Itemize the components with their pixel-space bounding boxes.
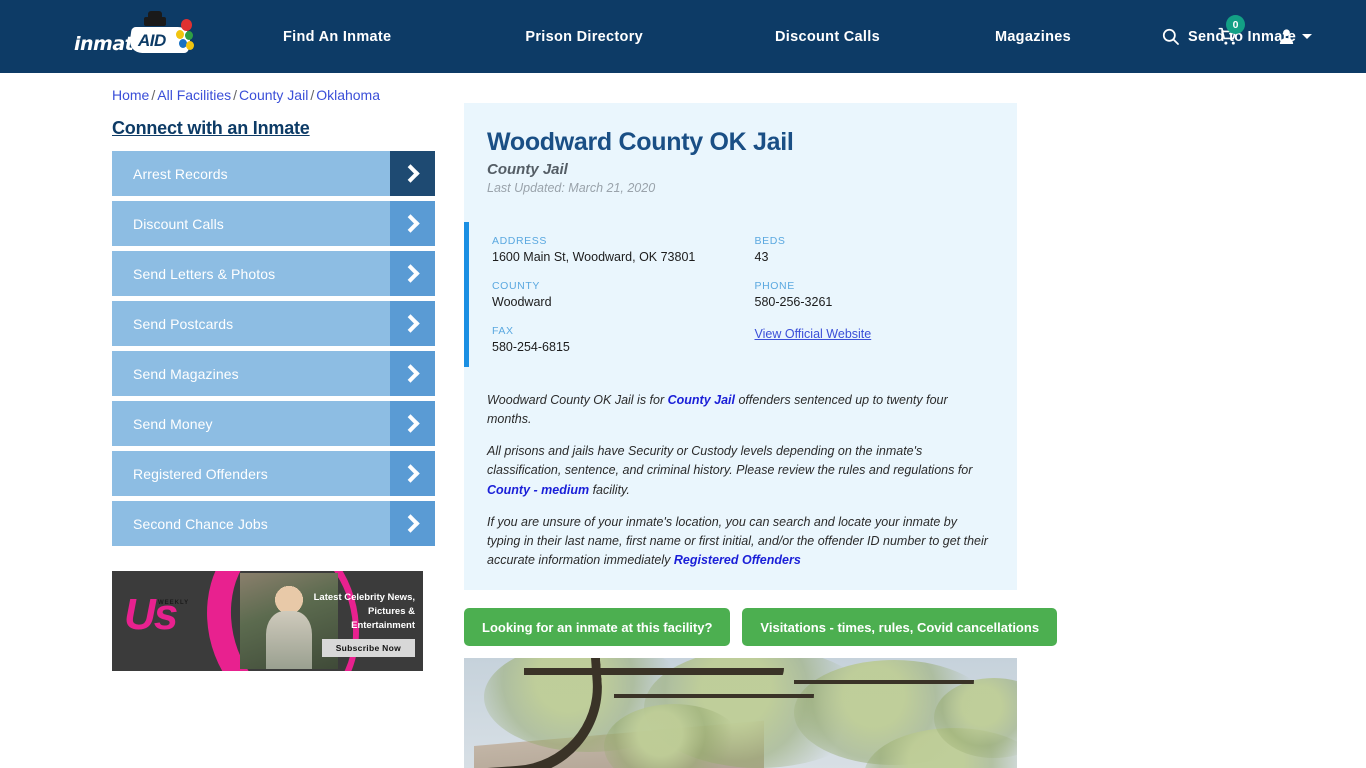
chevron-right-icon xyxy=(390,151,435,196)
ad-subscribe-button[interactable]: Subscribe Now xyxy=(321,639,415,657)
description-paragraph-3: If you are unsure of your inmate's locat… xyxy=(487,513,993,570)
chevron-right-icon xyxy=(390,251,435,296)
site-header: inmate AID Find An Inmate Prison Directo… xyxy=(0,0,1366,73)
sidebar-item-label: Second Chance Jobs xyxy=(133,515,268,532)
details-column-left: ADDRESS 1600 Main St, Woodward, OK 73801… xyxy=(492,235,755,354)
sidebar-item-send-magazines[interactable]: Send Magazines xyxy=(112,351,435,396)
detail-official-website: View Official Website xyxy=(755,325,1018,343)
sidebar-item-send-letters-photos[interactable]: Send Letters & Photos xyxy=(112,251,435,296)
detail-label: ADDRESS xyxy=(492,235,547,247)
facility-header: Woodward County OK Jail County Jail Last… xyxy=(464,128,1017,195)
description-paragraph-1: Woodward County OK Jail is for County Ja… xyxy=(487,391,993,429)
detail-phone: PHONE 580-256-3261 xyxy=(755,280,1018,309)
nav-magazines[interactable]: Magazines xyxy=(995,29,1071,45)
breadcrumb-separator: / xyxy=(151,87,156,103)
looking-for-inmate-button[interactable]: Looking for an inmate at this facility? xyxy=(464,608,731,646)
logo-hat-icon xyxy=(144,10,166,26)
sidebar-item-label: Arrest Records xyxy=(133,165,228,182)
chevron-right-icon xyxy=(390,201,435,246)
facility-type: County Jail xyxy=(487,161,568,178)
page-title: Woodward County OK Jail xyxy=(487,128,794,156)
ad-brand-sublabel: WEEKLY xyxy=(158,600,190,606)
logo-aid-text: AID xyxy=(138,30,166,50)
main-navigation: Find An Inmate Prison Directory Discount… xyxy=(283,29,1313,45)
ad-headline: Latest Celebrity News, Pictures & Entert… xyxy=(313,592,415,631)
para2-text-a: All prisons and jails have Security or C… xyxy=(487,444,973,478)
sidebar-item-discount-calls[interactable]: Discount Calls xyxy=(112,201,435,246)
detail-beds: BEDS 43 xyxy=(755,235,1018,264)
detail-value: 43 xyxy=(754,250,769,264)
sidebar-item-label: Discount Calls xyxy=(133,215,224,232)
description-paragraph-2: All prisons and jails have Security or C… xyxy=(487,442,993,499)
chevron-right-icon xyxy=(390,301,435,346)
facility-description: Woodward County OK Jail is for County Ja… xyxy=(464,367,1017,570)
details-column-right: BEDS 43 PHONE 580-256-3261 View Official… xyxy=(755,235,1018,354)
site-logo[interactable]: inmate AID xyxy=(72,10,196,59)
sidebar-title: Connect with an Inmate xyxy=(112,118,310,138)
view-official-website-link[interactable]: View Official Website xyxy=(755,327,872,341)
sidebar-item-registered-offenders[interactable]: Registered Offenders xyxy=(112,451,435,496)
sidebar: Connect with an Inmate Arrest Records Di… xyxy=(112,103,452,768)
breadcrumb-item-county-jail[interactable]: County Jail xyxy=(239,87,308,103)
chevron-down-icon xyxy=(1302,33,1313,39)
breadcrumb-separator: / xyxy=(310,87,315,103)
facility-photo xyxy=(464,658,1017,768)
advertisement-banner[interactable]: Us WEEKLY Latest Celebrity News, Picture… xyxy=(112,571,423,671)
para2-text-b: facility. xyxy=(589,482,630,497)
facility-panel: Woodward County OK Jail County Jail Last… xyxy=(464,103,1017,590)
detail-label: BEDS xyxy=(754,235,786,247)
breadcrumb-item-oklahoma[interactable]: Oklahoma xyxy=(316,87,380,103)
detail-label: PHONE xyxy=(754,280,795,292)
detail-value: 1600 Main St, Woodward, OK 73801 xyxy=(492,250,696,264)
sidebar-item-label: Registered Offenders xyxy=(133,465,268,482)
nav-find-an-inmate[interactable]: Find An Inmate xyxy=(283,29,391,45)
sidebar-item-second-chance-jobs[interactable]: Second Chance Jobs xyxy=(112,501,435,546)
logo-word: inmate xyxy=(74,32,146,55)
county-jail-link[interactable]: County Jail xyxy=(668,393,735,407)
sidebar-item-label: Send Postcards xyxy=(133,315,234,332)
cart-icon[interactable]: 0 xyxy=(1218,15,1245,47)
detail-county: COUNTY Woodward xyxy=(492,280,755,309)
logo-balloons-icon xyxy=(176,18,196,53)
chevron-right-icon xyxy=(390,351,435,396)
action-button-row: Looking for an inmate at this facility? … xyxy=(464,608,1058,646)
header-icon-group: 0 xyxy=(1161,15,1296,47)
nav-discount-calls[interactable]: Discount Calls xyxy=(775,29,880,45)
para1-text-a: Woodward County OK Jail is for xyxy=(487,393,668,407)
detail-label: FAX xyxy=(492,325,514,337)
sidebar-item-label: Send Letters & Photos xyxy=(133,265,276,282)
user-icon[interactable] xyxy=(1277,27,1296,46)
cart-count-badge: 0 xyxy=(1226,15,1245,34)
county-medium-link[interactable]: County - medium xyxy=(487,483,589,497)
search-icon[interactable] xyxy=(1161,27,1180,46)
page-layout: Connect with an Inmate Arrest Records Di… xyxy=(0,103,1366,768)
sidebar-item-label: Send Money xyxy=(133,415,213,432)
chevron-right-icon xyxy=(390,401,435,446)
detail-label: COUNTY xyxy=(492,280,540,292)
detail-fax: FAX 580-254-6815 xyxy=(492,325,755,354)
sidebar-item-send-money[interactable]: Send Money xyxy=(112,401,435,446)
sidebar-item-label: Send Magazines xyxy=(133,365,239,382)
sidebar-item-arrest-records[interactable]: Arrest Records xyxy=(112,151,435,196)
sidebar-item-send-postcards[interactable]: Send Postcards xyxy=(112,301,435,346)
registered-offenders-link[interactable]: Registered Offenders xyxy=(674,553,801,567)
breadcrumb-separator: / xyxy=(233,87,238,103)
detail-address: ADDRESS 1600 Main St, Woodward, OK 73801 xyxy=(492,235,755,264)
last-updated-text: Last Updated: March 21, 2020 xyxy=(487,181,656,195)
breadcrumb: Home / All Facilities / County Jail / Oklahoma xyxy=(112,87,1366,103)
nav-prison-directory[interactable]: Prison Directory xyxy=(525,29,643,45)
breadcrumb-item-home[interactable]: Home xyxy=(112,87,149,103)
chevron-right-icon xyxy=(390,451,435,496)
visitations-button[interactable]: Visitations - times, rules, Covid cancel… xyxy=(742,608,1058,646)
detail-value: 580-254-6815 xyxy=(492,340,570,354)
detail-value: Woodward xyxy=(492,295,552,309)
facility-details: ADDRESS 1600 Main St, Woodward, OK 73801… xyxy=(464,222,1017,367)
main-content: Woodward County OK Jail County Jail Last… xyxy=(464,103,1058,768)
chevron-right-icon xyxy=(390,501,435,546)
detail-value: 580-256-3261 xyxy=(754,295,833,309)
breadcrumb-item-all-facilities[interactable]: All Facilities xyxy=(157,87,231,103)
